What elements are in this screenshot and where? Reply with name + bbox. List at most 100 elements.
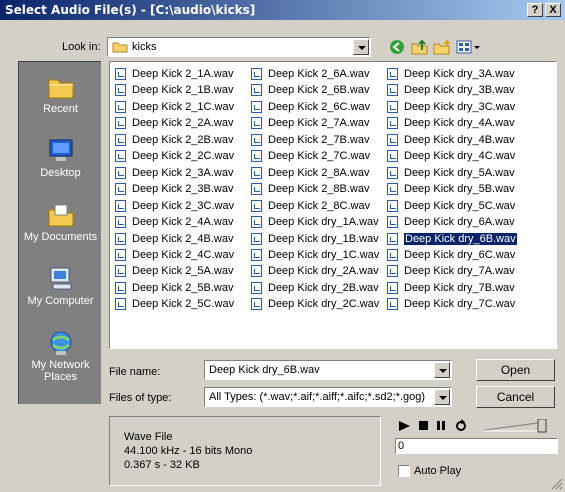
wav-file-icon — [387, 265, 398, 278]
file-item[interactable]: Deep Kick dry_2C.wav — [251, 296, 379, 312]
file-item[interactable]: Deep Kick dry_5A.wav — [387, 165, 515, 181]
file-item[interactable]: Deep Kick 2_7B.wav — [251, 132, 370, 148]
wav-file-icon — [251, 199, 262, 212]
place-label: Desktop — [40, 167, 81, 179]
open-button[interactable]: Open — [476, 359, 555, 381]
file-item[interactable]: Deep Kick dry_2B.wav — [251, 280, 379, 296]
wav-file-icon — [251, 281, 262, 294]
file-item[interactable]: Deep Kick dry_3B.wav — [387, 82, 515, 98]
resize-grip-icon[interactable] — [551, 478, 563, 490]
place-recent[interactable]: Recent — [19, 74, 102, 115]
stop-icon[interactable] — [419, 421, 429, 431]
file-item[interactable]: Deep Kick dry_7C.wav — [387, 296, 515, 312]
auto-play-checkbox[interactable] — [398, 465, 410, 477]
file-item-label: Deep Kick dry_1C.wav — [268, 248, 380, 261]
wav-file-icon — [251, 68, 262, 80]
file-item[interactable]: Deep Kick dry_7B.wav — [387, 280, 515, 296]
file-item[interactable]: Deep Kick 2_6C.wav — [251, 99, 370, 115]
file-item-label: Deep Kick 2_8C.wav — [268, 199, 371, 212]
file-item[interactable]: Deep Kick dry_6A.wav — [387, 214, 515, 230]
wav-file-icon — [115, 100, 126, 113]
place-label: My Computer — [27, 295, 94, 307]
wav-file-icon — [251, 84, 262, 97]
cancel-button[interactable]: Cancel — [476, 386, 555, 408]
file-item[interactable]: Deep Kick 2_3A.wav — [115, 165, 234, 181]
file-item[interactable]: Deep Kick dry_3C.wav — [387, 99, 515, 115]
new-folder-icon[interactable] — [433, 39, 451, 55]
view-menu-icon[interactable] — [456, 39, 482, 55]
file-item[interactable]: Deep Kick 2_2C.wav — [115, 148, 234, 164]
file-item[interactable]: Deep Kick 2_3B.wav — [115, 181, 234, 197]
file-item[interactable]: Deep Kick 2_2B.wav — [115, 132, 234, 148]
file-item-label: Deep Kick dry_2C.wav — [268, 298, 380, 311]
file-item-label: Deep Kick dry_2A.wav — [268, 265, 379, 278]
file-item[interactable]: Deep Kick 2_1A.wav — [115, 66, 234, 82]
file-item-label: Deep Kick dry_6B.wav — [404, 232, 517, 245]
file-item[interactable]: Deep Kick 2_8A.wav — [251, 165, 370, 181]
file-item[interactable]: Deep Kick 2_2A.wav — [115, 115, 234, 131]
file-item[interactable]: Deep Kick 2_1C.wav — [115, 99, 234, 115]
volume-slider[interactable] — [483, 419, 558, 433]
file-item[interactable]: Deep Kick dry_1A.wav — [251, 214, 379, 230]
up-folder-icon[interactable] — [411, 39, 429, 55]
file-item[interactable]: Deep Kick dry_2A.wav — [251, 263, 379, 279]
file-item[interactable]: Deep Kick 2_8B.wav — [251, 181, 370, 197]
file-item[interactable]: Deep Kick 2_3C.wav — [115, 198, 234, 214]
file-name-combo[interactable]: Deep Kick dry_6B.wav — [204, 360, 452, 380]
wav-file-icon — [251, 216, 262, 229]
places-bar: Recent Desktop My Documents My Computer … — [18, 61, 101, 404]
position-field[interactable]: 0 — [395, 438, 558, 454]
file-item-label: Deep Kick dry_4B.wav — [404, 133, 515, 146]
place-desktop[interactable]: Desktop — [19, 138, 102, 179]
file-item-label: Deep Kick 2_3A.wav — [132, 166, 234, 179]
file-item[interactable]: Deep Kick 2_4A.wav — [115, 214, 234, 230]
look-in-combo[interactable]: kicks — [107, 37, 371, 57]
file-item[interactable]: Deep Kick dry_6B.wav — [387, 231, 517, 247]
look-in-label: Look in: — [62, 41, 101, 53]
file-item[interactable]: Deep Kick dry_5C.wav — [387, 198, 515, 214]
file-item[interactable]: Deep Kick dry_1B.wav — [251, 231, 379, 247]
file-item[interactable]: Deep Kick dry_4B.wav — [387, 132, 515, 148]
file-item-label: Deep Kick dry_5B.wav — [404, 183, 515, 196]
file-item[interactable]: Deep Kick 2_1B.wav — [115, 82, 234, 98]
wav-file-icon — [115, 183, 126, 196]
play-icon[interactable] — [398, 420, 411, 432]
chevron-down-icon[interactable] — [434, 389, 450, 405]
title-bar[interactable]: Select Audio File(s) - [C:\audio\kicks] … — [0, 0, 565, 20]
file-item[interactable]: Deep Kick 2_6A.wav — [251, 66, 370, 82]
file-item[interactable]: Deep Kick dry_4A.wav — [387, 115, 515, 131]
file-item[interactable]: Deep Kick dry_4C.wav — [387, 148, 515, 164]
file-item-label: Deep Kick dry_4A.wav — [404, 117, 515, 130]
place-network[interactable]: My Network Places — [19, 330, 102, 383]
wav-file-icon — [115, 232, 126, 245]
chevron-down-icon[interactable] — [434, 362, 450, 378]
file-item[interactable]: Deep Kick dry_6C.wav — [387, 247, 515, 263]
file-item[interactable]: Deep Kick 2_7C.wav — [251, 148, 370, 164]
file-item[interactable]: Deep Kick dry_7A.wav — [387, 263, 515, 279]
place-label: My Network Places — [31, 359, 90, 383]
file-item[interactable]: Deep Kick 2_5B.wav — [115, 280, 234, 296]
file-item[interactable]: Deep Kick 2_7A.wav — [251, 115, 370, 131]
wav-file-icon — [251, 232, 262, 245]
pause-icon[interactable] — [437, 421, 447, 431]
place-my-computer[interactable]: My Computer — [19, 266, 102, 307]
place-my-documents[interactable]: My Documents — [19, 202, 102, 243]
file-item[interactable]: Deep Kick 2_6B.wav — [251, 82, 370, 98]
file-item[interactable]: Deep Kick 2_4C.wav — [115, 247, 234, 263]
file-item[interactable]: Deep Kick dry_1C.wav — [251, 247, 379, 263]
file-item[interactable]: Deep Kick 2_4B.wav — [115, 231, 234, 247]
wav-file-icon — [387, 232, 398, 245]
file-list[interactable]: Deep Kick 2_1A.wav Deep Kick 2_1B.wav Deep… — [109, 61, 557, 349]
back-icon[interactable] — [388, 39, 406, 55]
file-type-combo[interactable]: All Types: (*.wav;*.aif;*.aiff;*.aifc;*.… — [204, 387, 452, 407]
file-item[interactable]: Deep Kick 2_5C.wav — [115, 296, 234, 312]
file-item[interactable]: Deep Kick 2_5A.wav — [115, 263, 234, 279]
file-item[interactable]: Deep Kick 2_8C.wav — [251, 198, 370, 214]
file-item[interactable]: Deep Kick dry_5B.wav — [387, 181, 515, 197]
file-item[interactable]: Deep Kick dry_3A.wav — [387, 66, 515, 82]
file-item-label: Deep Kick dry_2B.wav — [268, 281, 379, 294]
help-button[interactable]: ? — [527, 3, 543, 17]
loop-icon[interactable] — [455, 419, 467, 432]
close-button[interactable]: X — [545, 3, 561, 17]
chevron-down-icon[interactable] — [353, 39, 369, 55]
